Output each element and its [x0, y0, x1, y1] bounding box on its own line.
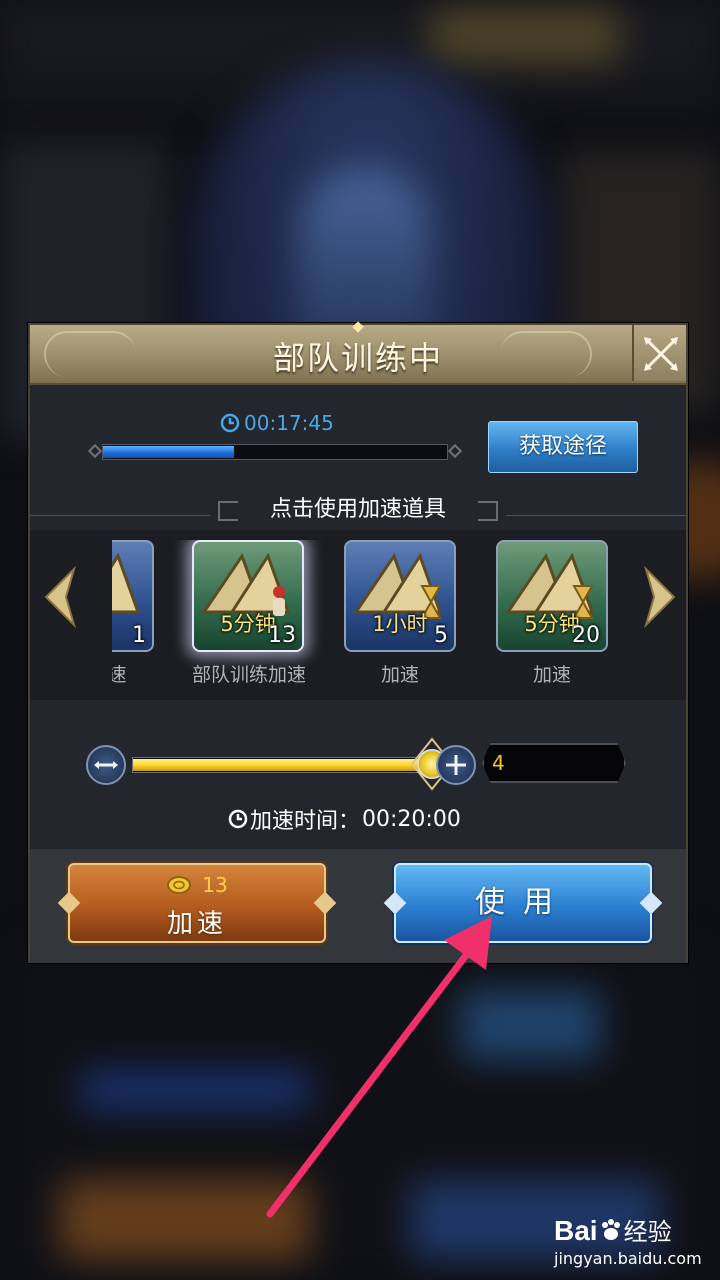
- watermark-brand: Bai: [554, 1215, 598, 1246]
- speedup-item-selected[interactable]: 5分钟 13 部队训练加速: [182, 540, 314, 687]
- dialog-title: 部队训练中: [272, 339, 443, 377]
- troop-training-dialog: 部队训练中 00:17:45 获取途径 点击使用加速道具 1 速 5分钟 13 …: [28, 321, 688, 963]
- progress-fill: [103, 446, 234, 458]
- gold-coin-icon: [167, 876, 192, 894]
- baidu-watermark: Bai 经验 jingyan.baidu.com: [554, 1212, 702, 1268]
- section-label: 点击使用加速道具: [269, 497, 446, 522]
- item-name: 练加速: [112, 664, 127, 686]
- timer-text: 00:17:45: [244, 411, 334, 435]
- get-source-button[interactable]: 获取途径: [488, 421, 638, 473]
- close-button[interactable]: [632, 325, 686, 381]
- item-card: 时 1: [112, 540, 154, 652]
- item-card: 1小时 5: [344, 540, 456, 652]
- watermark-suffix: 经验: [623, 1219, 672, 1246]
- training-timer: 00:17:45: [220, 411, 334, 435]
- dialog-title-bar: 部队训练中: [30, 321, 686, 385]
- speedup-cost-value: 13: [202, 873, 228, 897]
- chevron-left-icon: [44, 565, 77, 629]
- speedup-cost: 13: [70, 873, 324, 897]
- item-card: 5分钟 13: [192, 540, 304, 652]
- increase-button[interactable]: [436, 745, 476, 785]
- speedup-gold-button[interactable]: 13 加速: [57, 863, 337, 943]
- slider-fill: [133, 759, 431, 771]
- item-count: 5: [434, 623, 448, 648]
- plus-icon: [446, 755, 466, 775]
- item-name: 加速: [532, 664, 571, 686]
- item-name: 加速: [380, 664, 419, 686]
- item-count: 1: [132, 623, 146, 648]
- quantity-input[interactable]: 4: [482, 743, 626, 783]
- speedup-item[interactable]: 5分钟 20 加速: [496, 540, 608, 687]
- item-count: 20: [572, 623, 600, 648]
- chevron-right-icon: [643, 565, 676, 629]
- dialog-footer: 13 加速 使用: [30, 849, 686, 963]
- item-count: 13: [268, 623, 296, 648]
- slider-track[interactable]: [132, 757, 432, 773]
- decrease-button[interactable]: [86, 745, 126, 785]
- speedup-button-label: 加速: [166, 909, 227, 939]
- training-progress-bar: [87, 441, 463, 463]
- clock-icon: [220, 413, 240, 433]
- speedup-item[interactable]: 1小时 5 加速: [344, 540, 456, 687]
- item-card: 5分钟 20: [496, 540, 608, 652]
- speedup-items-list: 时 1 练加速 5分钟 13 部队训练加速 1小时 5 加速: [112, 540, 634, 700]
- quantity-slider[interactable]: [86, 737, 506, 793]
- speedup-time: 加速时间： 00:20:00: [228, 803, 461, 835]
- scroll-left-button[interactable]: [42, 565, 78, 629]
- clock-icon: [228, 809, 248, 829]
- scroll-right-button[interactable]: [642, 565, 678, 629]
- speedup-item[interactable]: 时 1 练加速: [112, 540, 154, 687]
- close-icon: [644, 337, 678, 371]
- speedup-section-header: 点击使用加速道具: [30, 487, 686, 523]
- paw-icon: [601, 1219, 620, 1240]
- speedup-time-label: 加速时间：: [250, 809, 361, 834]
- speedup-time-value: 00:20:00: [362, 806, 461, 832]
- use-button-label: 使用: [475, 885, 571, 920]
- use-button[interactable]: 使用: [383, 863, 663, 943]
- watermark-url: jingyan.baidu.com: [554, 1249, 702, 1268]
- minus-icon: [94, 761, 118, 769]
